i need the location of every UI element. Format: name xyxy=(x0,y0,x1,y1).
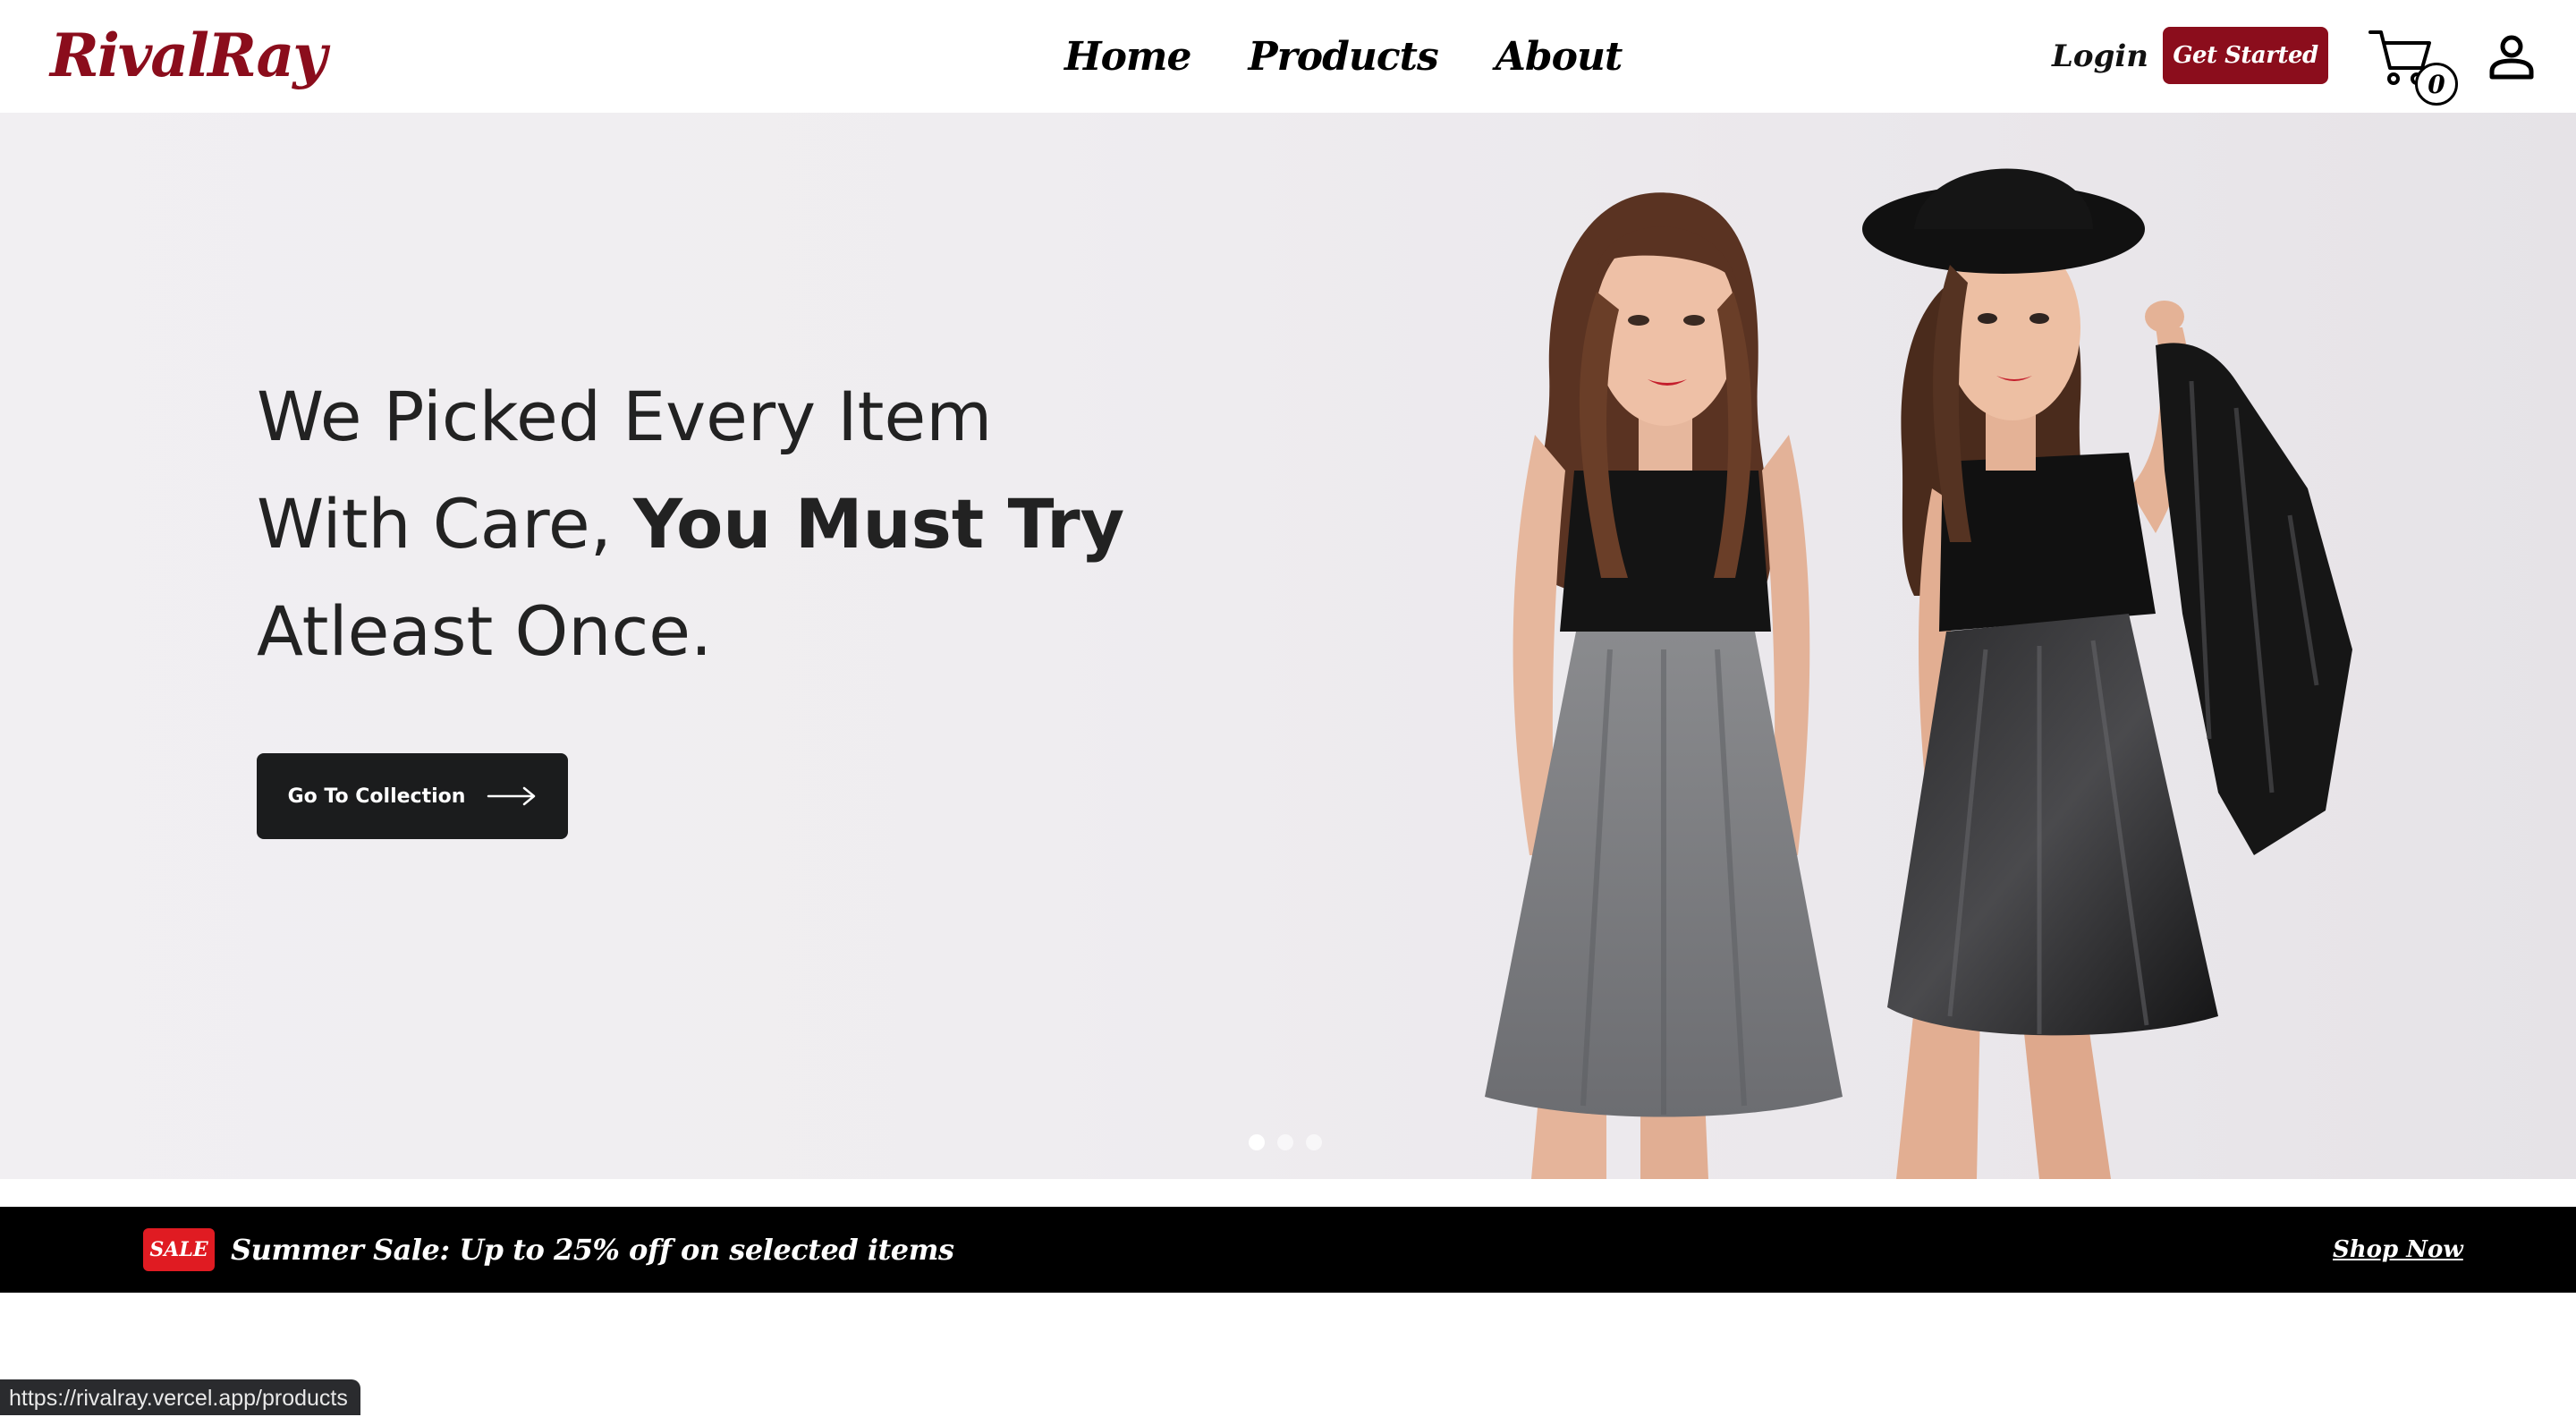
nav-products-link[interactable]: Products xyxy=(1248,34,1438,80)
carousel-dot-2[interactable] xyxy=(1277,1134,1293,1150)
hero-carousel: We Picked Every Item With Care, You Must… xyxy=(0,113,2576,1179)
sale-banner: SALE Summer Sale: Up to 25% off on selec… xyxy=(0,1207,2576,1293)
shop-now-link[interactable]: Shop Now xyxy=(2333,1228,2463,1271)
user-icon xyxy=(2489,35,2534,80)
nav-home-link[interactable]: Home xyxy=(1064,34,1191,80)
go-to-collection-button[interactable]: Go To Collection xyxy=(257,753,568,839)
model-left xyxy=(1485,192,1843,1179)
status-bar-url: https://rivalray.vercel.app/products xyxy=(0,1379,360,1415)
model-right xyxy=(1862,168,2352,1179)
hero-heading-line-2: With Care, xyxy=(257,484,634,564)
site-header: RivalRay Home Products About Login Get S… xyxy=(0,0,2576,113)
main-nav: Home Products About xyxy=(1064,27,1623,86)
hero-heading-line-3: Atleast Once. xyxy=(257,591,713,671)
cart-button[interactable]: 0 xyxy=(2368,27,2462,107)
login-link[interactable]: Login xyxy=(2052,34,2148,79)
get-started-button[interactable]: Get Started xyxy=(2163,27,2328,84)
arrow-right-icon xyxy=(487,786,536,806)
cta-label: Go To Collection xyxy=(287,785,466,808)
nav-about-link[interactable]: About xyxy=(1496,34,1623,80)
carousel-dot-1[interactable] xyxy=(1249,1134,1265,1150)
cart-count-badge: 0 xyxy=(2415,63,2458,106)
sale-text: Summer Sale: Up to 25% off on selected i… xyxy=(231,1233,954,1267)
carousel-indicators xyxy=(1249,1134,1322,1150)
site-logo[interactable]: RivalRay xyxy=(50,20,327,91)
hero-heading: We Picked Every Item With Care, You Must… xyxy=(257,363,1241,685)
hero-heading-line-1: We Picked Every Item xyxy=(257,377,993,456)
profile-button[interactable] xyxy=(2487,32,2537,82)
sale-badge: SALE xyxy=(143,1228,215,1271)
hero-image xyxy=(1485,168,2352,1179)
carousel-dot-3[interactable] xyxy=(1306,1134,1322,1150)
hero-heading-emphasis: You Must Try xyxy=(633,484,1125,564)
